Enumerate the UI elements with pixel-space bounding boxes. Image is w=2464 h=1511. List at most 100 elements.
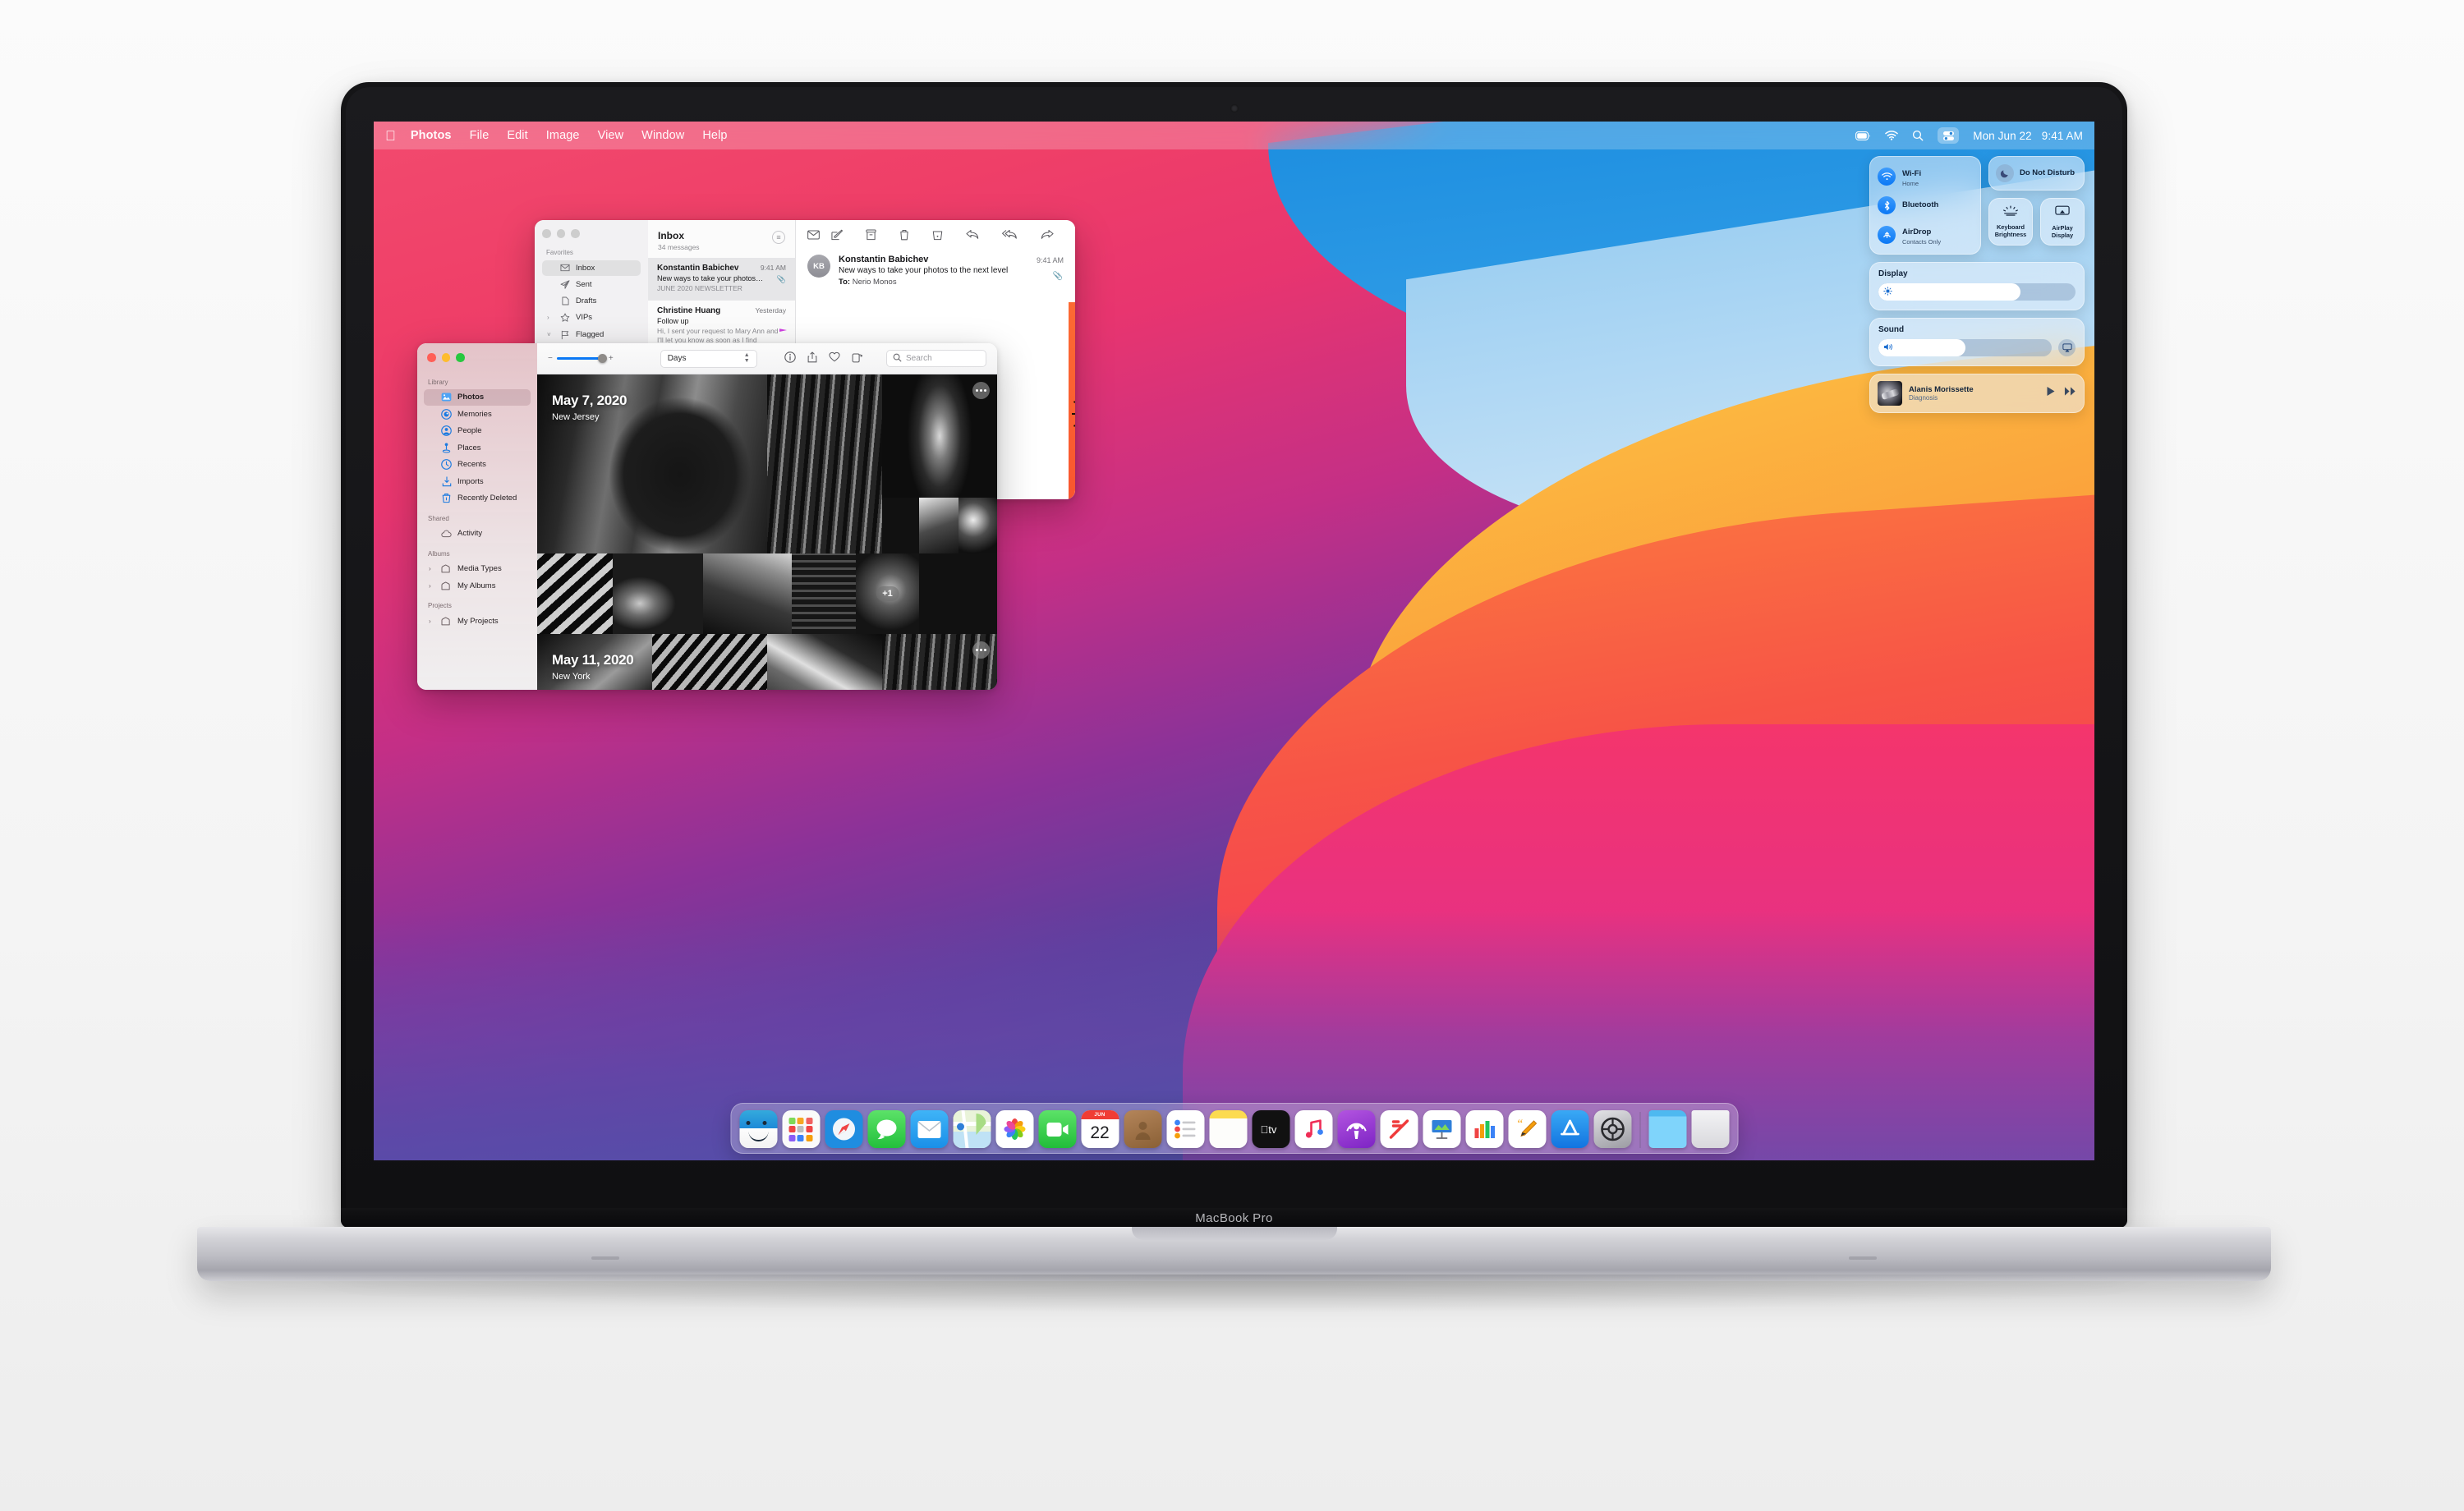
junk-icon[interactable] — [932, 229, 943, 243]
disclosure-chevron-icon[interactable]: › — [547, 314, 554, 321]
airplay-display-button[interactable]: AirPlay Display — [2040, 198, 2085, 246]
dock-item-mail[interactable] — [910, 1110, 948, 1148]
dock-item-keynote[interactable] — [1423, 1110, 1460, 1148]
dock-item-finder[interactable] — [739, 1110, 777, 1148]
volume-slider[interactable] — [1878, 339, 2052, 356]
minimize-button[interactable] — [441, 353, 450, 362]
dock-item-contacts[interactable] — [1124, 1110, 1161, 1148]
reply-icon[interactable] — [966, 229, 979, 242]
wifi-toggle[interactable]: Wi-Fi Home — [1878, 165, 1973, 187]
battery-icon[interactable] — [1855, 131, 1871, 140]
photo-tile[interactable] — [703, 553, 792, 634]
mail-sidebar-item-inbox[interactable]: Inbox — [542, 259, 641, 276]
dock-item-podcasts[interactable] — [1337, 1110, 1375, 1148]
close-button[interactable] — [542, 229, 551, 238]
dock-item-safari[interactable] — [825, 1110, 862, 1148]
archive-icon[interactable] — [866, 228, 876, 243]
keyboard-brightness-button[interactable]: Keyboard Brightness — [1988, 198, 2033, 246]
mail-traffic-lights[interactable] — [542, 229, 641, 238]
dock-item-photos[interactable] — [995, 1110, 1033, 1148]
zoom-in-label[interactable]: + — [609, 354, 614, 363]
more-options-icon[interactable] — [972, 382, 990, 399]
info-icon[interactable] — [784, 351, 796, 365]
slider-knob[interactable] — [597, 354, 607, 363]
dock-item-music[interactable] — [1294, 1110, 1332, 1148]
photos-traffic-lights[interactable] — [424, 351, 531, 370]
menu-help[interactable]: Help — [702, 129, 727, 142]
close-button[interactable] — [427, 353, 436, 362]
menu-window[interactable]: Window — [641, 129, 684, 142]
dock-item-system-preferences[interactable] — [1593, 1110, 1631, 1148]
photo-grid[interactable]: May 7, 2020 New Jersey +1 May 11, 2020 N… — [537, 374, 997, 690]
zoom-button[interactable] — [456, 353, 465, 362]
dock-item-maps[interactable] — [953, 1110, 991, 1148]
menu-image[interactable]: Image — [546, 129, 580, 142]
mail-sidebar-item-drafts[interactable]: Drafts — [542, 293, 641, 309]
paperclip-icon[interactable]: 📎 — [1053, 272, 1063, 281]
photo-tile[interactable]: +1 — [856, 553, 919, 634]
sidebar-item-memories[interactable]: Memories — [424, 406, 531, 422]
dock-item-notes[interactable] — [1209, 1110, 1247, 1148]
photo-tile[interactable] — [958, 498, 997, 553]
sidebar-item-recents[interactable]: Recents — [424, 457, 531, 473]
wifi-icon[interactable] — [1885, 131, 1898, 140]
sidebar-item-places[interactable]: Places — [424, 439, 531, 456]
photo-tile-hero[interactable]: May 11, 2020 New York — [537, 634, 652, 690]
filter-icon[interactable]: ≡ — [772, 231, 785, 244]
sidebar-item-recently-deleted[interactable]: Recently Deleted — [424, 490, 531, 507]
photo-tile[interactable] — [652, 634, 767, 690]
photo-tile[interactable] — [767, 634, 882, 690]
dock-item-numbers[interactable] — [1465, 1110, 1503, 1148]
photo-tile[interactable] — [537, 553, 613, 634]
sidebar-item-imports[interactable]: Imports — [424, 473, 531, 489]
compose-icon[interactable] — [831, 229, 844, 243]
more-options-icon[interactable] — [972, 641, 990, 659]
menu-edit[interactable]: Edit — [507, 129, 527, 142]
fast-forward-icon[interactable] — [2064, 386, 2076, 401]
disclosure-chevron-icon[interactable]: › — [429, 582, 435, 590]
rotate-icon[interactable] — [852, 351, 862, 365]
sidebar-item-people[interactable]: People — [424, 423, 531, 439]
dock-item-reminders[interactable] — [1166, 1110, 1204, 1148]
photo-tile[interactable] — [613, 553, 703, 634]
search-icon[interactable] — [1912, 130, 1924, 141]
airdrop-toggle[interactable]: AirDrop Contacts Only — [1878, 223, 1973, 246]
sidebar-item-my-projects[interactable]: › My Projects — [424, 613, 531, 629]
control-center-icon[interactable] — [1938, 127, 1960, 144]
sidebar-item-photos[interactable]: Photos — [424, 388, 531, 406]
play-icon[interactable] — [2046, 386, 2056, 401]
zoom-slider[interactable]: − + — [548, 354, 614, 363]
photo-tile[interactable] — [882, 634, 997, 690]
photo-tile[interactable] — [792, 553, 856, 634]
dock-item-trash[interactable] — [1691, 1110, 1729, 1148]
photo-tile[interactable] — [919, 498, 958, 553]
mail-sidebar-item-flagged[interactable]: ˅ Flagged — [542, 327, 641, 343]
share-icon[interactable] — [807, 351, 817, 365]
photo-tile-hero[interactable]: May 7, 2020 New Jersey — [537, 374, 767, 553]
mail-sidebar-item-vips[interactable]: › VIPs — [542, 310, 641, 326]
favorite-heart-icon[interactable] — [829, 351, 840, 365]
dock-item-tv[interactable]: tv — [1252, 1110, 1289, 1148]
menu-photos[interactable]: Photos — [411, 129, 452, 142]
dock-item-news[interactable] — [1380, 1110, 1418, 1148]
disclosure-chevron-icon[interactable]: ˅ — [547, 331, 554, 338]
mail-sidebar-item-sent[interactable]: Sent — [542, 277, 641, 292]
sidebar-item-my-albums[interactable]: › My Albums — [424, 577, 531, 594]
disclosure-chevron-icon[interactable]: › — [429, 565, 435, 572]
dock-item-facetime[interactable] — [1038, 1110, 1076, 1148]
menu-view[interactable]: View — [598, 129, 624, 142]
display-brightness-slider[interactable] — [1878, 283, 2076, 301]
dock-item-downloads[interactable] — [1648, 1110, 1686, 1148]
dock-item-messages[interactable] — [867, 1110, 905, 1148]
zoom-out-label[interactable]: − — [548, 354, 553, 363]
zoom-button[interactable] — [571, 229, 580, 238]
dock-item-calendar[interactable]: JUN 22 — [1081, 1110, 1119, 1148]
minimize-button[interactable] — [556, 229, 565, 238]
view-mode-dropdown[interactable]: Days ▲ ▼ — [660, 349, 757, 368]
mark-unread-icon[interactable] — [807, 230, 820, 242]
photos-window[interactable]: Library Photos Memories People Places Re… — [417, 343, 997, 690]
airplay-audio-icon[interactable] — [2058, 339, 2076, 356]
delete-icon[interactable] — [899, 229, 909, 243]
sidebar-item-media-types[interactable]: › Media Types — [424, 561, 531, 577]
disclosure-chevron-icon[interactable]: › — [429, 618, 435, 625]
